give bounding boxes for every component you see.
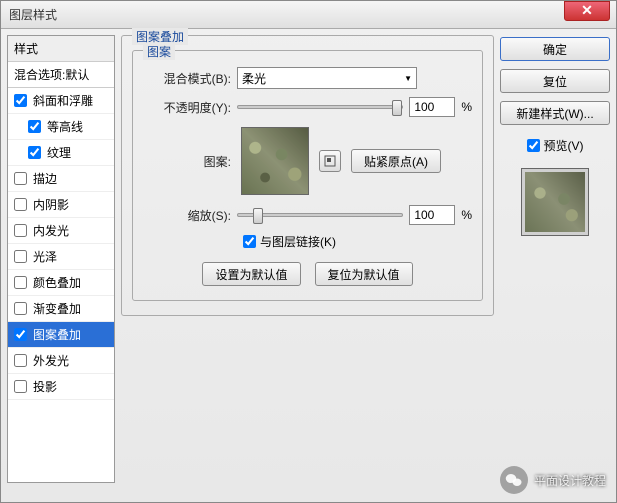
- style-item-drop-shadow[interactable]: 投影: [8, 374, 114, 400]
- close-button[interactable]: ✕: [564, 1, 610, 21]
- checkbox-drop-shadow[interactable]: [14, 380, 27, 393]
- checkbox-satin[interactable]: [14, 250, 27, 263]
- reset-default-button[interactable]: 复位为默认值: [315, 262, 413, 286]
- style-label: 光泽: [33, 248, 57, 265]
- preview-row: 预览(V): [500, 137, 610, 154]
- pattern-row: 图案: 贴紧原点(A): [143, 127, 472, 195]
- dialog-content: 样式 混合选项:默认 斜面和浮雕 等高线 纹理 描边 内阴影: [1, 29, 616, 489]
- style-item-stroke[interactable]: 描边: [8, 166, 114, 192]
- cancel-button[interactable]: 复位: [500, 69, 610, 93]
- style-label: 投影: [33, 378, 57, 395]
- style-item-satin[interactable]: 光泽: [8, 244, 114, 270]
- inner-legend: 图案: [143, 43, 175, 60]
- titlebar: 图层样式 ✕: [1, 1, 616, 29]
- style-label: 内阴影: [33, 196, 69, 213]
- scale-label: 缩放(S):: [143, 207, 231, 224]
- pattern-overlay-group: 图案叠加 图案 混合模式(B): 柔光 ▼ 不透明度(Y):: [121, 35, 494, 316]
- preview-label: 预览(V): [544, 137, 584, 154]
- link-with-layer-checkbox[interactable]: [243, 235, 256, 248]
- style-item-color-overlay[interactable]: 颜色叠加: [8, 270, 114, 296]
- layer-style-dialog: 图层样式 ✕ 样式 混合选项:默认 斜面和浮雕 等高线 纹理 描边: [0, 0, 617, 503]
- style-label: 内发光: [33, 222, 69, 239]
- style-item-contour[interactable]: 等高线: [8, 114, 114, 140]
- new-preset-icon: [324, 155, 336, 167]
- link-with-layer-row: 与图层链接(K): [243, 233, 472, 250]
- blend-mode-combo[interactable]: 柔光 ▼: [237, 67, 417, 89]
- new-style-button[interactable]: 新建样式(W)...: [500, 101, 610, 125]
- opacity-slider-thumb[interactable]: [392, 100, 402, 116]
- style-item-inner-glow[interactable]: 内发光: [8, 218, 114, 244]
- percent-label: %: [461, 100, 472, 114]
- percent-label: %: [461, 208, 472, 222]
- style-label: 外发光: [33, 352, 69, 369]
- checkbox-stroke[interactable]: [14, 172, 27, 185]
- close-icon: ✕: [581, 2, 593, 19]
- style-label: 渐变叠加: [33, 300, 81, 317]
- scale-row: 缩放(S): 100 %: [143, 205, 472, 225]
- style-label: 颜色叠加: [33, 274, 81, 291]
- checkbox-texture[interactable]: [28, 146, 41, 159]
- opacity-label: 不透明度(Y):: [143, 99, 231, 116]
- checkbox-gradient-overlay[interactable]: [14, 302, 27, 315]
- opacity-row: 不透明度(Y): 100 %: [143, 97, 472, 117]
- style-item-bevel-emboss[interactable]: 斜面和浮雕: [8, 88, 114, 114]
- checkbox-inner-glow[interactable]: [14, 224, 27, 237]
- checkbox-inner-shadow[interactable]: [14, 198, 27, 211]
- checkbox-pattern-overlay[interactable]: [14, 328, 27, 341]
- style-item-gradient-overlay[interactable]: 渐变叠加: [8, 296, 114, 322]
- pattern-group: 图案 混合模式(B): 柔光 ▼ 不透明度(Y): 100: [132, 50, 483, 301]
- style-label: 斜面和浮雕: [33, 92, 93, 109]
- opacity-slider[interactable]: [237, 105, 403, 109]
- checkbox-color-overlay[interactable]: [14, 276, 27, 289]
- scale-slider[interactable]: [237, 213, 403, 217]
- style-label: 纹理: [47, 144, 71, 161]
- blend-mode-value: 柔光: [242, 70, 266, 87]
- make-default-button[interactable]: 设置为默认值: [202, 262, 300, 286]
- window-title: 图层样式: [9, 6, 57, 23]
- opacity-input[interactable]: 100: [409, 97, 455, 117]
- pattern-swatch[interactable]: [241, 127, 309, 195]
- styles-list: 样式 混合选项:默认 斜面和浮雕 等高线 纹理 描边 内阴影: [7, 35, 115, 483]
- scale-slider-thumb[interactable]: [253, 208, 263, 224]
- pattern-label: 图案:: [143, 153, 231, 170]
- default-buttons: 设置为默认值 复位为默认值: [143, 262, 472, 286]
- styles-header: 样式: [8, 36, 114, 62]
- blending-options-default[interactable]: 混合选项:默认: [8, 62, 114, 88]
- scale-input[interactable]: 100: [409, 205, 455, 225]
- ok-button[interactable]: 确定: [500, 37, 610, 61]
- chevron-down-icon: ▼: [404, 74, 412, 83]
- link-with-layer-label: 与图层链接(K): [260, 233, 336, 250]
- settings-panel: 图案叠加 图案 混合模式(B): 柔光 ▼ 不透明度(Y):: [121, 35, 494, 483]
- new-preset-button[interactable]: [319, 150, 341, 172]
- checkbox-bevel-emboss[interactable]: [14, 94, 27, 107]
- right-panel: 确定 复位 新建样式(W)... 预览(V): [500, 35, 610, 483]
- style-item-texture[interactable]: 纹理: [8, 140, 114, 166]
- style-item-pattern-overlay[interactable]: 图案叠加: [8, 322, 114, 348]
- style-label: 等高线: [47, 118, 83, 135]
- blend-mode-label: 混合模式(B):: [143, 70, 231, 87]
- style-item-inner-shadow[interactable]: 内阴影: [8, 192, 114, 218]
- checkbox-contour[interactable]: [28, 120, 41, 133]
- snap-origin-button[interactable]: 贴紧原点(A): [351, 149, 441, 173]
- blend-mode-row: 混合模式(B): 柔光 ▼: [143, 67, 472, 89]
- style-label: 图案叠加: [33, 326, 81, 343]
- checkbox-outer-glow[interactable]: [14, 354, 27, 367]
- preview-checkbox[interactable]: [527, 139, 540, 152]
- style-item-outer-glow[interactable]: 外发光: [8, 348, 114, 374]
- style-label: 描边: [33, 170, 57, 187]
- preview-swatch: [521, 168, 589, 236]
